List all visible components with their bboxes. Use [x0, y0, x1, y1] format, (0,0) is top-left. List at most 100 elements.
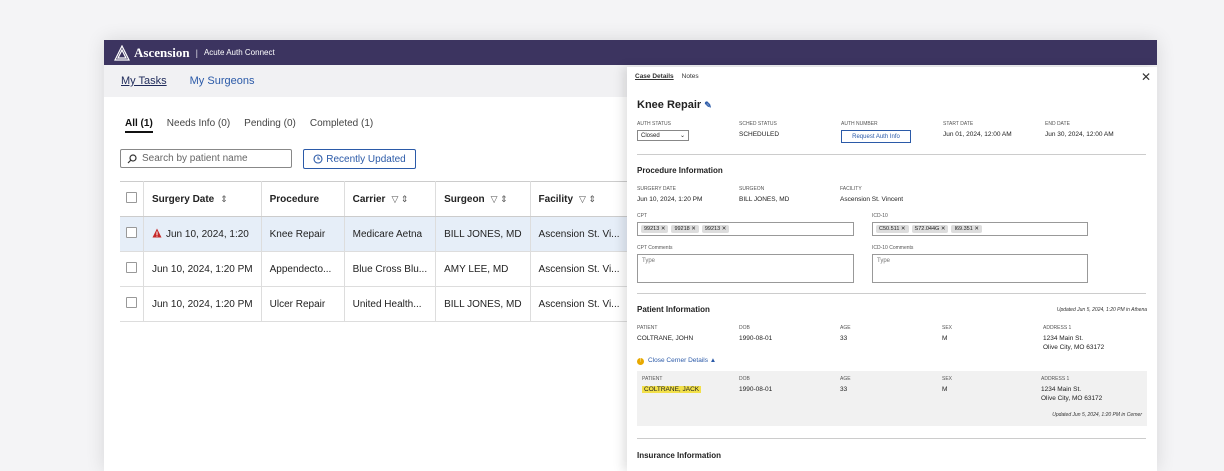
case-details-panel: Case Details Notes ✕ Knee Repair ✎ AUTH S…	[627, 67, 1157, 471]
row-checkbox[interactable]	[126, 227, 137, 238]
edit-pencil-icon[interactable]: ✎	[704, 100, 712, 110]
col-procedure[interactable]: Procedure	[261, 181, 345, 217]
warning-icon: !	[637, 358, 644, 365]
icd-chip[interactable]: S72.044G ✕	[911, 225, 949, 233]
close-icon[interactable]: ✕	[1141, 70, 1151, 84]
search-placeholder: Search by patient name	[142, 153, 248, 164]
auth-status-label: AUTH STATUS	[637, 121, 671, 127]
icd-chip[interactable]: I69.351 ✕	[951, 225, 982, 233]
col-carrier[interactable]: Carrier ▽ ⇕	[344, 181, 437, 217]
filter-completed[interactable]: Completed (1)	[310, 118, 373, 133]
address-line2: Olive City, MO 63172	[1043, 344, 1105, 351]
filter-icon[interactable]: ▽ ⇕	[391, 194, 408, 205]
updated-athena-note: Updated Jun 5, 2024, 1:20 PM in Athena	[1056, 307, 1147, 313]
insurance-section-title: Insurance Information	[637, 451, 722, 460]
tab-my-surgeons[interactable]: My Surgeons	[190, 75, 255, 87]
icd-comments-input[interactable]: Type	[872, 254, 1088, 283]
sched-status-value: SCHEDULED	[739, 131, 780, 138]
cerner-age-label: AGE	[840, 376, 851, 382]
cerner-dob-label: DOB	[739, 376, 750, 382]
facility-value: Ascension St. Vincent	[840, 196, 904, 203]
select-all-checkbox[interactable]	[126, 192, 137, 203]
select-all-cell	[120, 181, 144, 217]
age-label: AGE	[840, 325, 851, 331]
dob-value: 1990-08-01	[739, 335, 773, 342]
end-date-value: Jun 30, 2024, 12:00 AM	[1045, 131, 1114, 138]
table-row[interactable]: Jun 10, 2024, 1:20 PM Ulcer Repair Unite…	[120, 286, 666, 322]
cpt-field[interactable]: 99213 ✕ 99218 ✕ 99213 ✕	[637, 222, 854, 236]
address-line1: 1234 Main St.	[1043, 335, 1084, 342]
tab-notes[interactable]: Notes	[682, 73, 699, 80]
tab-my-tasks[interactable]: My Tasks	[121, 75, 167, 87]
end-date-label: END DATE	[1045, 121, 1070, 127]
app-name: Acute Auth Connect	[203, 48, 275, 57]
patient-label: PATIENT	[637, 325, 658, 331]
table-header-row: Surgery Date ⇕ Procedure Carrier ▽ ⇕ Surge…	[120, 181, 666, 217]
app-window: Ascension | Acute Auth Connect My Tasks …	[104, 40, 1157, 471]
col-facility[interactable]: Facility ▽ ⇕	[530, 181, 629, 217]
sched-status-label: SCHED STATUS	[739, 121, 777, 127]
recently-updated-label: Recently Updated	[326, 153, 406, 165]
surgery-date-label: SURGERY DATE	[637, 186, 676, 192]
cerner-patient-label: PATIENT	[642, 376, 663, 382]
cerner-age-value: 33	[840, 386, 848, 393]
procedure-section-title: Procedure Information	[637, 166, 723, 175]
filter-needs-info[interactable]: Needs Info (0)	[167, 118, 230, 133]
divider	[637, 293, 1146, 294]
recently-updated-button[interactable]: Recently Updated	[303, 149, 416, 169]
patient-section-title: Patient Information	[637, 305, 710, 314]
cpt-comments-label: CPT Comments	[637, 245, 673, 251]
filter-icon[interactable]: ▽ ⇕	[491, 194, 508, 205]
brand-separator: |	[195, 47, 198, 58]
row-checkbox[interactable]	[126, 262, 137, 273]
cerner-patient-value: COLTRANE, JACK	[642, 386, 702, 393]
icd-label: ICD-10	[872, 213, 888, 219]
surgery-date-value: Jun 10, 2024, 1:20 PM	[637, 196, 703, 203]
cpt-chip[interactable]: 99213 ✕	[641, 225, 669, 233]
cpt-chip[interactable]: 99218 ✕	[671, 225, 699, 233]
filter-icon[interactable]: ▽ ⇕	[579, 194, 596, 205]
cerner-dob-value: 1990-08-01	[739, 386, 773, 393]
ascension-logo-icon	[114, 44, 130, 61]
tab-case-details[interactable]: Case Details	[635, 73, 674, 80]
top-bar: Ascension | Acute Auth Connect	[104, 40, 1157, 65]
cerner-address-label: ADDRESS 1	[1041, 376, 1070, 382]
status-filters: All (1) Needs Info (0) Pending (0) Compl…	[125, 118, 373, 133]
filter-pending[interactable]: Pending (0)	[244, 118, 296, 133]
filter-all[interactable]: All (1)	[125, 118, 153, 133]
cerner-address-line1: 1234 Main St.	[1041, 386, 1082, 393]
age-value: 33	[840, 335, 848, 342]
cpt-chip[interactable]: 99213 ✕	[701, 225, 730, 233]
sort-icon[interactable]: ⇕	[220, 194, 228, 205]
close-cerner-link[interactable]: ! Close Cerner Details ▲	[637, 357, 716, 365]
cpt-label: CPT	[637, 213, 647, 219]
patient-value: COLTRANE, JOHN	[637, 335, 694, 342]
col-surgeon[interactable]: Surgeon ▽ ⇕	[435, 181, 531, 217]
case-title: Knee Repair ✎	[637, 99, 712, 111]
dob-label: DOB	[739, 325, 750, 331]
surgeon-label: SURGEON	[739, 186, 765, 192]
start-date-value: Jun 01, 2024, 12:00 AM	[943, 131, 1012, 138]
col-surgery-date[interactable]: Surgery Date ⇕	[143, 181, 262, 217]
cerner-sex-value: M	[942, 386, 948, 393]
sex-value: M	[942, 335, 948, 342]
cerner-details: PATIENT COLTRANE, JACK DOB 1990-08-01 AG…	[637, 371, 1147, 426]
auth-status-select[interactable]: Closed ⌄	[637, 130, 689, 141]
icd-chip[interactable]: C50.511 ✕	[876, 225, 909, 233]
panel-tabs: Case Details Notes	[635, 73, 699, 80]
search-icon	[127, 153, 137, 163]
cerner-sex-label: SEX	[942, 376, 953, 382]
search-input[interactable]: Search by patient name	[120, 149, 292, 168]
cerner-address-line2: Olive City, MO 63172	[1041, 395, 1103, 402]
alert-icon	[152, 228, 162, 238]
brand-name: Ascension	[134, 44, 190, 60]
icd-comments-label: ICD-10 Comments	[872, 245, 914, 251]
icd-field[interactable]: C50.511 ✕ S72.044G ✕ I69.351 ✕	[872, 222, 1088, 236]
request-auth-button[interactable]: Request Auth Info	[841, 130, 911, 143]
table-row[interactable]: Jun 10, 2024, 1:20 PM Appendecto... Blue…	[120, 251, 666, 287]
table-row[interactable]: Jun 10, 2024, 1:20 Knee Repair Medicare …	[120, 216, 666, 252]
updated-cerner-note: Updated Jun 5, 2024, 1:20 PM in Cerner	[1052, 412, 1142, 418]
row-checkbox[interactable]	[126, 297, 137, 308]
divider	[637, 438, 1146, 439]
cpt-comments-input[interactable]: Type	[637, 254, 854, 283]
